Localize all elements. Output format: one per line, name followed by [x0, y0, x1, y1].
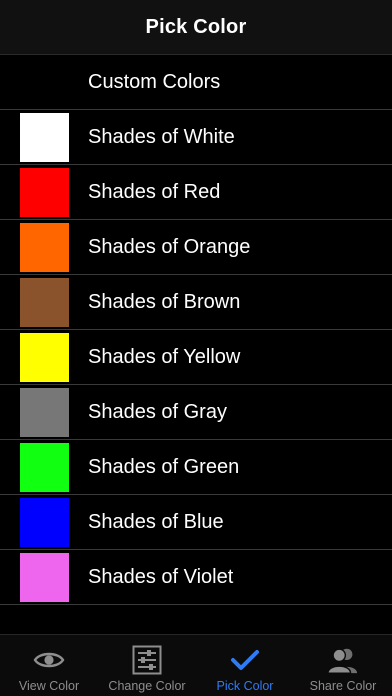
- tab-change-color[interactable]: Change Color: [98, 635, 196, 696]
- color-swatch: [20, 333, 69, 382]
- list-item-shades-of-gray[interactable]: Shades of Gray: [0, 385, 392, 440]
- list-item-shades-of-blue[interactable]: Shades of Blue: [0, 495, 392, 550]
- list-item-label: Shades of Gray: [88, 401, 227, 423]
- color-swatch: [20, 223, 69, 272]
- color-swatch: [20, 443, 69, 492]
- color-category-list: Custom Colors Shades of White Shades of …: [0, 55, 392, 605]
- sliders-icon: [131, 644, 163, 676]
- tab-label: Pick Color: [216, 679, 274, 693]
- list-item-label: Custom Colors: [88, 71, 221, 93]
- tab-pick-color[interactable]: Pick Color: [196, 635, 294, 696]
- list-item-shades-of-violet[interactable]: Shades of Violet: [0, 550, 392, 605]
- color-swatch: [20, 498, 69, 547]
- list-item-shades-of-orange[interactable]: Shades of Orange: [0, 220, 392, 275]
- list-item-label: Shades of Violet: [88, 566, 234, 588]
- list-item-shades-of-green[interactable]: Shades of Green: [0, 440, 392, 495]
- tab-view-color[interactable]: View Color: [0, 635, 98, 696]
- tab-share-color[interactable]: Share Color: [294, 635, 392, 696]
- color-swatch: [20, 113, 69, 162]
- checkmark-icon: [229, 644, 261, 676]
- tab-label: Change Color: [108, 679, 186, 693]
- list-item-shades-of-yellow[interactable]: Shades of Yellow: [0, 330, 392, 385]
- list-item-shades-of-white[interactable]: Shades of White: [0, 110, 392, 165]
- tab-label: Share Color: [309, 679, 377, 693]
- list-item-shades-of-brown[interactable]: Shades of Brown: [0, 275, 392, 330]
- color-swatch: [20, 168, 69, 217]
- list-item-custom-colors[interactable]: Custom Colors: [0, 55, 392, 110]
- list-item-label: Shades of Yellow: [88, 346, 241, 368]
- tab-label: View Color: [18, 679, 80, 693]
- color-swatch: [20, 278, 69, 327]
- color-swatch: [20, 388, 69, 437]
- list-item-label: Shades of Orange: [88, 236, 251, 258]
- list-item-label: Shades of Blue: [88, 511, 224, 533]
- list-item-label: Shades of Brown: [88, 291, 241, 313]
- color-swatch: [20, 553, 69, 602]
- tab-bar: View Color Change Color Pick Color Share…: [0, 634, 392, 696]
- eye-icon: [33, 644, 65, 676]
- list-item-label: Shades of White: [88, 126, 235, 148]
- list-item-shades-of-red[interactable]: Shades of Red: [0, 165, 392, 220]
- page-title: Pick Color: [145, 15, 247, 38]
- users-icon: [327, 644, 359, 676]
- navigation-bar: Pick Color: [0, 0, 392, 55]
- list-item-label: Shades of Green: [88, 456, 240, 478]
- list-item-label: Shades of Red: [88, 181, 221, 203]
